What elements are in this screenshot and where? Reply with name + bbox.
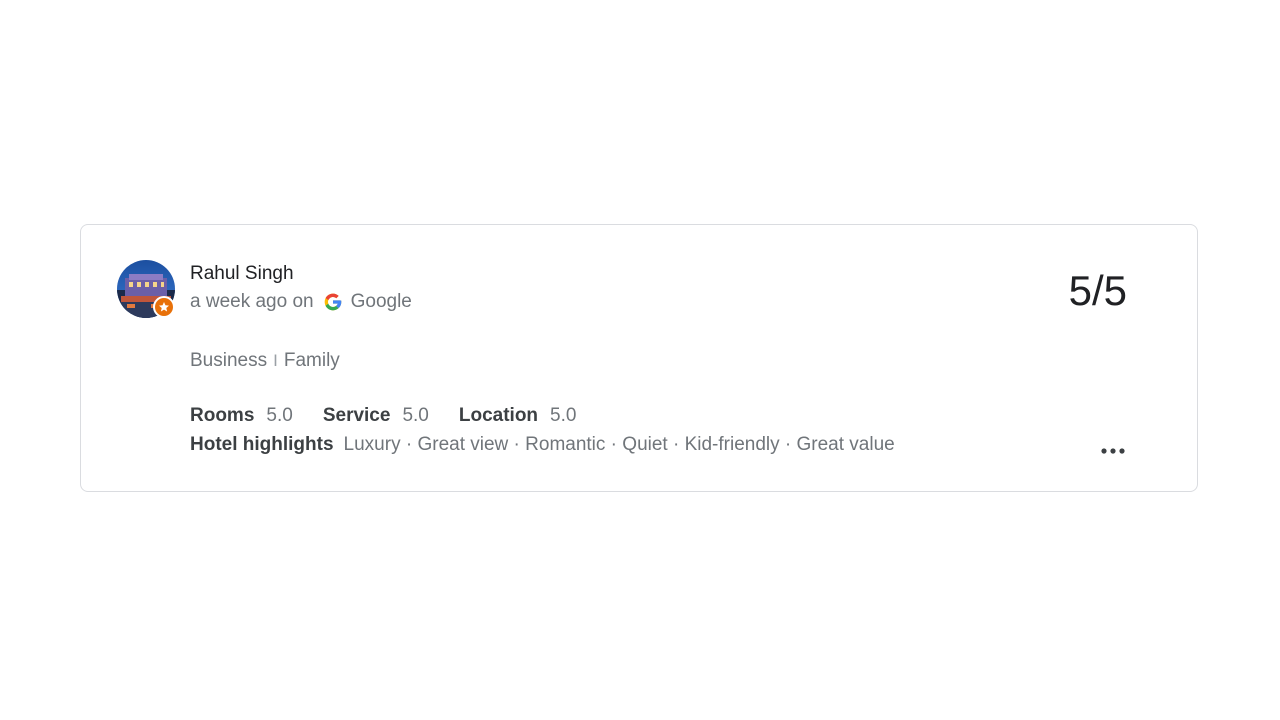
trip-type: Business I Family: [190, 349, 340, 373]
rating-value: 5.0: [550, 405, 577, 426]
highlights-label: Hotel highlights: [190, 434, 334, 455]
rating-label: Location: [458, 405, 539, 426]
review-score: 5/5: [1068, 267, 1127, 314]
reviewer-name[interactable]: Rahul Singh: [190, 262, 294, 286]
review-meta: a week ago on Google: [190, 290, 412, 314]
hotel-highlights: Hotel highlights Luxury · Great view · Ro…: [190, 433, 895, 457]
rating-label: Service: [322, 405, 391, 426]
rating-rooms: Rooms 5.0: [190, 404, 293, 428]
google-g-icon: [323, 292, 343, 312]
review-source: Google: [350, 291, 412, 312]
local-guide-star-icon: [153, 296, 175, 318]
page: Rahul Singh a week ago on Google 5/5 Bus…: [0, 0, 1280, 720]
review-card: Rahul Singh a week ago on Google 5/5 Bus…: [80, 224, 1198, 492]
trip-type-first: Business: [190, 350, 268, 371]
rating-location: Location 5.0: [459, 404, 577, 428]
rating-service: Service 5.0: [323, 404, 429, 428]
rating-label: Rooms: [190, 405, 255, 426]
rating-value: 5.0: [266, 405, 293, 426]
category-ratings: Rooms 5.0 Service 5.0 Location 5.0: [190, 404, 606, 428]
trip-type-separator: I: [273, 351, 278, 370]
rating-value: 5.0: [402, 405, 429, 426]
highlights-value: Luxury · Great view · Romantic · Quiet ·…: [343, 434, 895, 455]
more-options-button[interactable]: [1099, 441, 1127, 461]
more-options-icon: [1100, 442, 1126, 460]
trip-type-second: Family: [283, 350, 340, 371]
review-time: a week ago on: [190, 291, 314, 312]
